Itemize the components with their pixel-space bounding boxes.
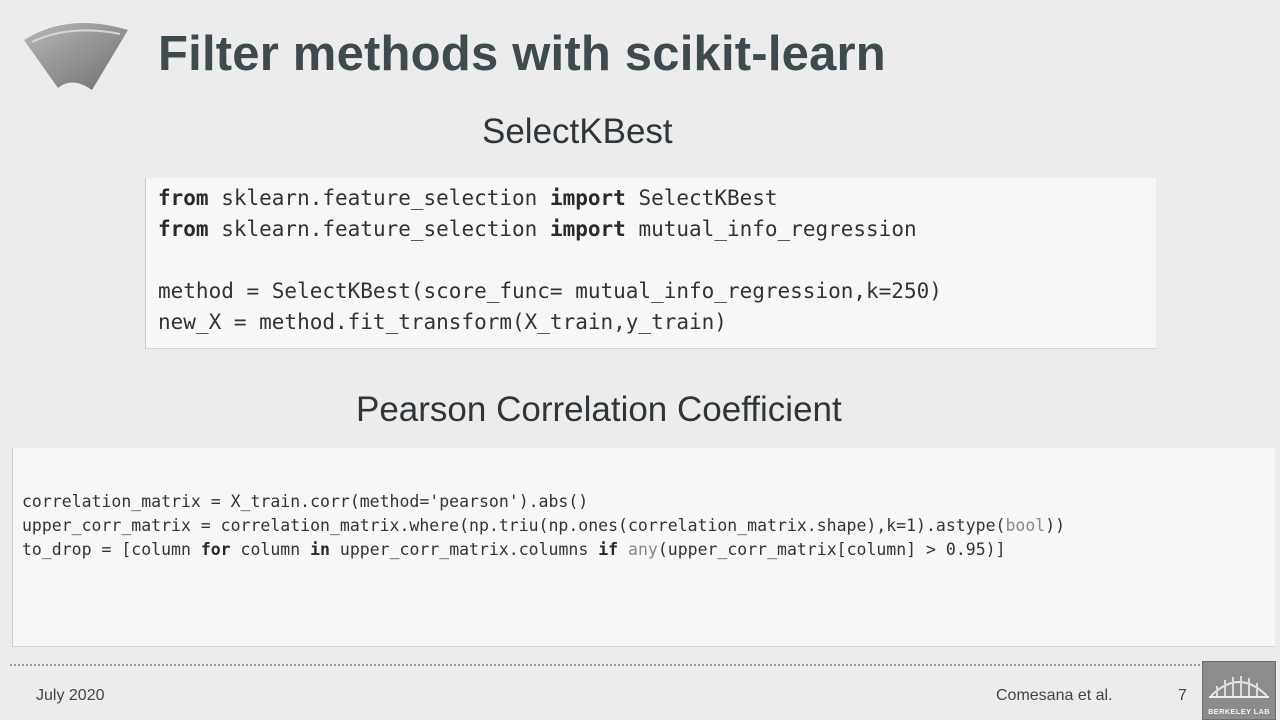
- code-keyword: in: [310, 540, 330, 559]
- code-text: method = SelectKBest(score_func= mutual_…: [158, 279, 942, 303]
- code-text: SelectKBest: [625, 186, 778, 210]
- code-text: correlation_matrix = X_train.corr(method…: [22, 492, 589, 511]
- code-line: new_X = method.fit_transform(X_train,y_t…: [158, 310, 727, 334]
- page-number: 7: [1178, 687, 1187, 704]
- section-heading-selectkbest: SelectKBest: [482, 112, 673, 151]
- lab-building-icon: [1209, 676, 1269, 698]
- berkeley-lab-logo: BERKELEY LAB: [1202, 661, 1276, 720]
- code-text: upper_corr_matrix = correlation_matrix.w…: [22, 516, 1006, 535]
- code-text: (upper_corr_matrix[column] > 0.95)]: [657, 540, 1006, 559]
- code-keyword: from: [158, 186, 209, 210]
- code-text: mutual_info_regression: [625, 217, 917, 241]
- lab-logo-text: BERKELEY LAB: [1208, 707, 1270, 716]
- code-keyword: import: [549, 186, 626, 210]
- code-block-selectkbest: from sklearn.feature_selection import Se…: [145, 178, 1156, 349]
- code-text: new_X = method.fit_transform(X_train,y_t…: [158, 310, 727, 334]
- section-heading-pearson: Pearson Correlation Coefficient: [356, 390, 842, 429]
- code-line: correlation_matrix = X_train.corr(method…: [22, 492, 588, 511]
- code-text: sklearn.feature_selection: [208, 217, 550, 241]
- code-text: upper_corr_matrix.columns: [329, 540, 599, 559]
- footer-divider: [10, 664, 1200, 666]
- code-line: from sklearn.feature_selection import Se…: [158, 186, 778, 210]
- funnel-shape-icon: [24, 22, 128, 91]
- code-text: )): [1045, 516, 1066, 535]
- code-keyword: if: [598, 540, 619, 559]
- code-keyword: import: [549, 217, 626, 241]
- code-text: sklearn.feature_selection: [208, 186, 550, 210]
- code-line: upper_corr_matrix = correlation_matrix.w…: [22, 516, 1065, 535]
- code-keyword: for: [200, 540, 231, 559]
- code-line: method = SelectKBest(score_func= mutual_…: [158, 279, 942, 303]
- code-text: column: [230, 540, 311, 559]
- code-builtin: any: [628, 540, 658, 559]
- code-text: to_drop = [column: [22, 540, 201, 559]
- code-line: to_drop = [column for column in upper_co…: [22, 540, 1006, 559]
- footer-date: July 2020: [36, 687, 105, 704]
- code-line: from sklearn.feature_selection import mu…: [158, 217, 917, 241]
- footer-author: Comesana et al.: [996, 687, 1113, 704]
- code-block-pearson: correlation_matrix = X_train.corr(method…: [12, 448, 1275, 647]
- slide-title: Filter methods with scikit-learn: [158, 27, 886, 81]
- code-keyword: from: [158, 217, 209, 241]
- code-builtin: bool: [1005, 516, 1046, 535]
